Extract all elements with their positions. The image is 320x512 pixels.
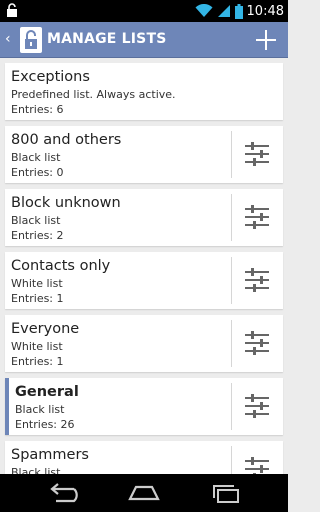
page-title: MANAGE LISTS [47,31,167,47]
status-bar: 10:48 [0,0,288,22]
list-name: General [15,384,79,400]
list-type: Predefined list. Always active. [11,88,176,101]
lock-notification-icon [7,3,17,17]
list-item-general[interactable]: General Black list Entries: 26 [5,378,283,435]
list-item-exceptions[interactable]: Exceptions Predefined list. Always activ… [5,63,283,120]
list-name: 800 and others [11,132,122,148]
list-entries: Entries: 2 [11,229,64,242]
list-name: Spammers [11,447,89,463]
sliders-icon[interactable] [243,329,271,357]
list-type: Black list [11,151,61,164]
back-icon[interactable] [44,481,84,505]
list-type: White list [11,340,63,353]
list-item-spammers[interactable]: Spammers Black list [5,441,283,474]
up-chevron-icon[interactable]: ‹ [5,31,13,47]
list-name: Contacts only [11,258,111,274]
plus-icon[interactable] [254,28,278,52]
list-name: Exceptions [11,69,90,85]
list-type: White list [11,277,63,290]
list-entries: Entries: 0 [11,166,64,179]
divider [231,320,232,367]
divider [231,194,232,241]
list-type: Black list [11,214,61,227]
sliders-icon[interactable] [243,455,271,474]
list-entries: Entries: 6 [11,103,64,116]
sliders-icon[interactable] [243,140,271,168]
list-entries: Entries: 1 [11,292,64,305]
lists-container: Exceptions Predefined list. Always activ… [0,58,288,474]
divider [231,131,232,178]
list-name: Block unknown [11,195,121,211]
list-item-800-and-others[interactable]: 800 and others Black list Entries: 0 [5,126,283,183]
home-icon[interactable] [124,481,164,505]
divider [231,257,232,304]
divider [231,383,232,430]
list-item-contacts-only[interactable]: Contacts only White list Entries: 1 [5,252,283,309]
sliders-icon[interactable] [243,203,271,231]
list-item-block-unknown[interactable]: Block unknown Black list Entries: 2 [5,189,283,246]
sliders-icon[interactable] [243,266,271,294]
list-entries: Entries: 26 [15,418,75,431]
recents-icon[interactable] [206,481,246,505]
padlock-app-icon[interactable] [16,25,46,55]
list-name: Everyone [11,321,80,337]
list-type: Black list [11,466,61,474]
divider [231,446,232,474]
signal-icon [217,5,230,17]
list-item-everyone[interactable]: Everyone White list Entries: 1 [5,315,283,372]
list-entries: Entries: 1 [11,355,64,368]
navigation-bar [0,474,288,512]
wifi-icon [195,4,213,17]
action-bar: ‹ MANAGE LISTS [0,22,288,58]
clock: 10:48 [246,3,284,19]
list-type: Black list [15,403,65,416]
sliders-icon[interactable] [243,392,271,420]
battery-icon [234,3,243,19]
